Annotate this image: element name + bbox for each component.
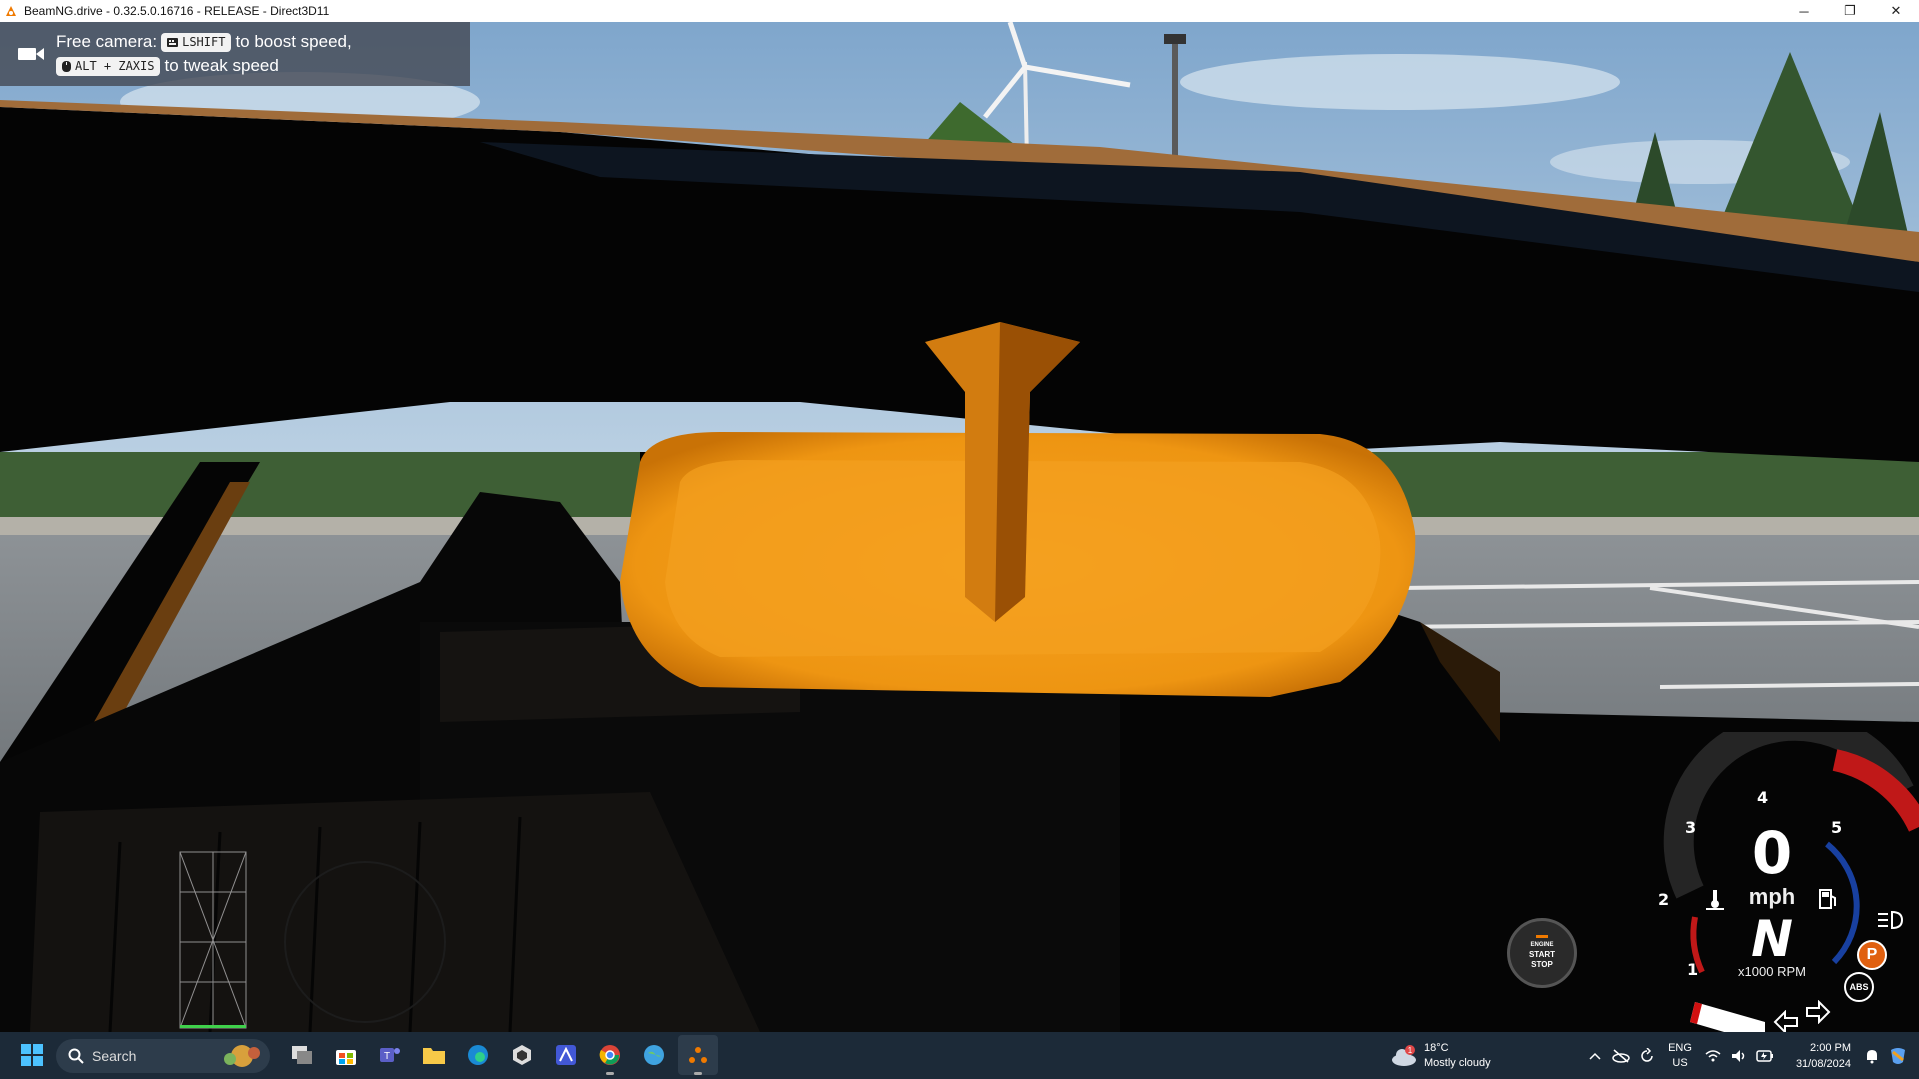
taskbar-search[interactable]: Search: [56, 1039, 270, 1073]
taskbar-app-store[interactable]: [326, 1035, 366, 1075]
cloud-sync-icon[interactable]: [1610, 1045, 1632, 1067]
abs-icon: ABS: [1844, 972, 1874, 1002]
start-stop-line2: START: [1528, 950, 1556, 959]
headlight-icon: [1878, 910, 1904, 930]
chrome-icon: [599, 1045, 620, 1065]
window-titlebar: BeamNG.drive - 0.32.5.0.16716 - RELEASE …: [0, 0, 1919, 22]
teams-icon: T: [380, 1048, 400, 1062]
windows-taskbar: Search T 1 18°C Mostly cloudy ENG US 2:0…: [0, 1032, 1919, 1079]
parking-brake-label: P: [1866, 946, 1878, 963]
free-camera-hint: Free camera: LSHIFT to boost speed, ALT …: [0, 22, 470, 86]
clock-date: 31/08/2024: [1795, 1057, 1851, 1070]
weather-temp: 18°C: [1424, 1041, 1449, 1054]
rpm-tick-1: 1: [1687, 960, 1699, 979]
keyboard-icon: [167, 37, 179, 47]
taskbar-app-weather[interactable]: [634, 1035, 674, 1075]
key-label: LSHIFT: [182, 35, 226, 49]
rpm-tick-2: 2: [1658, 890, 1670, 909]
key-badge-alt-zaxis: ALT + ZAXIS: [56, 56, 161, 76]
window-title: BeamNG.drive - 0.32.5.0.16716 - RELEASE …: [24, 4, 330, 18]
task-view-button[interactable]: [282, 1035, 322, 1075]
temperature-icon: [1706, 890, 1724, 910]
hint-suffix: to boost speed,: [235, 32, 352, 51]
speedometer-gauge: 1 2 3 4 5 0 mph N x1000 RPM P ABS: [1640, 732, 1919, 1032]
windows-logo-icon: [21, 1044, 43, 1066]
game-scene: [0, 22, 1919, 1032]
affinity-icon: [556, 1045, 576, 1065]
taskbar-clock[interactable]: 2:00 PM 31/08/2024: [1796, 1040, 1851, 1072]
start-stop-line1: ENGINE: [1530, 942, 1554, 948]
folder-icon: [423, 1048, 445, 1064]
video-camera-icon: [18, 48, 44, 60]
refresh-icon[interactable]: [1636, 1045, 1658, 1067]
lang-line2: US: [1672, 1056, 1688, 1069]
key-label: ALT + ZAXIS: [75, 59, 155, 73]
search-label: Search: [92, 1048, 137, 1064]
task-view-icon: [292, 1046, 312, 1064]
taskbar-app-unity[interactable]: [502, 1035, 542, 1075]
taskbar-app-teams[interactable]: T: [370, 1035, 410, 1075]
globe-icon: [644, 1045, 664, 1065]
wifi-icon[interactable]: [1702, 1045, 1724, 1067]
abs-label: ABS: [1849, 982, 1869, 992]
volume-icon[interactable]: [1728, 1045, 1750, 1067]
hint-line-tweak: ALT + ZAXIS to tweak speed: [56, 56, 279, 76]
search-icon: [68, 1048, 84, 1064]
battery-icon[interactable]: [1754, 1045, 1776, 1067]
start-stop-line3: STOP: [1531, 960, 1553, 969]
copilot-icon[interactable]: [1887, 1045, 1909, 1067]
gear-indicator: N: [1751, 910, 1793, 968]
search-highlight-icon: [224, 1045, 260, 1067]
rpm-label: x1000 RPM: [1738, 964, 1806, 979]
turn-left-icon: [1773, 1010, 1798, 1032]
clock-time: 2:00 PM: [1810, 1041, 1851, 1054]
taskbar-app-edge[interactable]: [458, 1035, 498, 1075]
taskbar-app-file-explorer[interactable]: [414, 1035, 454, 1075]
game-viewport[interactable]: Free camera: LSHIFT to boost speed, ALT …: [0, 22, 1919, 1032]
start-button[interactable]: [12, 1035, 52, 1075]
hint-suffix: to tweak speed: [164, 56, 279, 75]
unity-icon: [513, 1045, 531, 1065]
maximize-button[interactable]: ❐: [1827, 0, 1873, 22]
speed-value: 0: [1751, 819, 1793, 887]
taskbar-app-chrome[interactable]: [590, 1035, 630, 1075]
key-badge-lshift: LSHIFT: [161, 32, 232, 52]
close-button[interactable]: ✕: [1873, 0, 1919, 22]
turn-right-icon: [1806, 1000, 1831, 1024]
rpm-tick-4: 4: [1757, 788, 1769, 807]
notification-bell-icon[interactable]: [1861, 1045, 1883, 1067]
parking-brake-icon: P: [1857, 940, 1887, 970]
weather-condition: Mostly cloudy: [1424, 1056, 1491, 1069]
speed-unit: mph: [1748, 884, 1796, 909]
beamng-icon: [689, 1047, 707, 1063]
taskbar-app-beamng[interactable]: [678, 1035, 718, 1075]
rpm-tick-3: 3: [1685, 818, 1697, 837]
cloud-icon: 1: [1392, 1044, 1416, 1066]
engine-start-stop-button[interactable]: ENGINE START STOP: [1507, 918, 1577, 988]
svg-text:T: T: [384, 1051, 390, 1062]
edge-icon: [468, 1045, 488, 1065]
store-icon: [336, 1050, 356, 1065]
weather-badge: 1: [1408, 1046, 1413, 1055]
chevron-up-icon[interactable]: [1584, 1045, 1606, 1067]
system-tray: ENG US 2:00 PM 31/08/2024: [1582, 1032, 1919, 1079]
beamng-app-icon: [6, 6, 16, 16]
taskbar-app-affinity[interactable]: [546, 1035, 586, 1075]
hint-line-boost: Free camera: LSHIFT to boost speed,: [56, 32, 352, 52]
hint-prefix: Free camera:: [56, 32, 158, 51]
start-stop-indicator: [1536, 935, 1548, 938]
mouse-icon: [62, 60, 71, 72]
lang-line1: ENG: [1668, 1041, 1692, 1054]
minimize-button[interactable]: ─: [1781, 0, 1827, 22]
fuel-icon: [1819, 889, 1836, 909]
weather-widget[interactable]: 1 18°C Mostly cloudy: [1390, 1032, 1491, 1079]
language-indicator[interactable]: ENG US: [1668, 1041, 1692, 1071]
rpm-tick-5: 5: [1831, 818, 1843, 837]
